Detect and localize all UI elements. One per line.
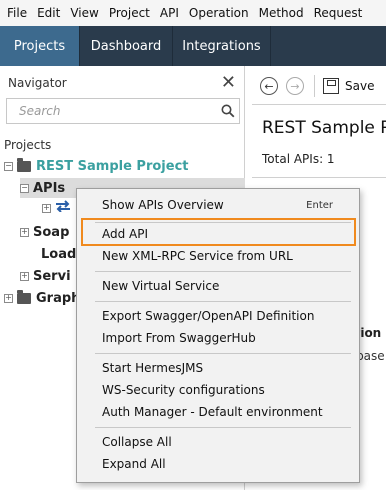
menu-item-new-xml-rpc[interactable]: New XML-RPC Service from URL <box>77 245 359 267</box>
tree-item-graph[interactable]: + Graph <box>4 288 80 308</box>
menu-item-import-swaggerhub[interactable]: Import From SwaggerHub <box>77 327 359 349</box>
menu-item-new-virtual-service[interactable]: New Virtual Service <box>77 275 359 297</box>
tree-item-label: Soap <box>33 224 70 240</box>
page-title: REST Sample P <box>262 118 386 138</box>
back-icon[interactable]: ← <box>260 77 278 95</box>
total-apis-text: Total APIs: 1 <box>262 152 335 166</box>
menu-item-label: Expand All <box>102 457 166 471</box>
menu-item-ws-security[interactable]: WS-Security configurations <box>77 379 359 401</box>
menu-item-export-swagger[interactable]: Export Swagger/OpenAPI Definition <box>77 305 359 327</box>
editor-toolbar: ← → Save <box>252 70 386 102</box>
main-tab-bar: Projects Dashboard Integrations <box>0 26 386 66</box>
menu-item-label: Show APIs Overview <box>102 198 224 212</box>
tree-item-label: Graph <box>36 290 81 306</box>
tab-projects[interactable]: Projects <box>0 26 80 66</box>
search-placeholder: Search <box>19 104 61 118</box>
navigator-title: Navigator <box>8 76 67 90</box>
menu-bar: File Edit View Project API Operation Met… <box>0 0 386 26</box>
highlight-box <box>81 218 356 246</box>
menu-view[interactable]: View <box>65 0 103 26</box>
menu-separator <box>95 353 351 354</box>
save-icon[interactable] <box>323 78 339 94</box>
menu-separator <box>95 427 351 428</box>
menu-project[interactable]: Project <box>104 0 155 26</box>
tree-item-label: APIs <box>33 180 66 196</box>
tree-item-label: Servi <box>33 268 71 284</box>
content-divider <box>252 177 386 178</box>
menu-item-label: New Virtual Service <box>102 279 220 293</box>
menu-item-label: Auth Manager - Default environment <box>102 405 323 419</box>
search-input[interactable]: Search <box>6 98 240 124</box>
menu-request[interactable]: Request <box>309 0 368 26</box>
save-button[interactable]: Save <box>345 79 374 93</box>
folder-icon <box>17 157 31 172</box>
tree-item-project[interactable]: − REST Sample Project <box>4 156 189 176</box>
menu-item-collapse-all[interactable]: Collapse All <box>77 431 359 453</box>
menu-item-label: Import From SwaggerHub <box>102 331 256 345</box>
menu-separator <box>95 271 351 272</box>
tree-item-soap[interactable]: + Soap <box>20 222 69 242</box>
projects-label: Projects <box>4 138 52 152</box>
menu-item-auth-manager[interactable]: Auth Manager - Default environment <box>77 401 359 423</box>
tree-item-services[interactable]: + Servi <box>20 266 71 286</box>
menu-operation[interactable]: Operation <box>184 0 254 26</box>
folder-icon <box>17 289 31 304</box>
menu-method[interactable]: Method <box>254 0 309 26</box>
shortcut-label: Enter <box>306 199 333 211</box>
expand-icon[interactable]: + <box>20 227 29 237</box>
menu-item-label: Start HermesJMS <box>102 361 204 375</box>
forward-icon[interactable]: → <box>286 77 304 95</box>
toolbar-divider <box>314 75 315 97</box>
menu-file[interactable]: File <box>2 0 32 26</box>
collapse-icon[interactable]: − <box>20 183 29 193</box>
menu-item-start-hermesjms[interactable]: Start HermesJMS <box>77 357 359 379</box>
menu-api[interactable]: API <box>155 0 184 26</box>
menu-edit[interactable]: Edit <box>32 0 65 26</box>
api-arrows-icon <box>55 200 71 216</box>
toolbar-divider-line <box>252 104 386 105</box>
expand-icon[interactable]: + <box>42 203 51 213</box>
close-icon[interactable]: ✕ <box>221 74 236 92</box>
collapse-icon[interactable]: − <box>4 161 13 171</box>
menu-separator <box>95 301 351 302</box>
navigator-header: Navigator ✕ <box>0 66 244 100</box>
project-name: REST Sample Project <box>36 158 189 174</box>
tree-item-api[interactable]: + <box>42 198 71 218</box>
tab-integrations[interactable]: Integrations <box>173 26 271 66</box>
search-icon[interactable] <box>217 100 239 122</box>
expand-icon[interactable]: + <box>20 271 29 281</box>
menu-item-label: Export Swagger/OpenAPI Definition <box>102 309 315 323</box>
menu-item-label: New XML-RPC Service from URL <box>102 249 293 263</box>
menu-item-label: WS-Security configurations <box>102 383 265 397</box>
tab-dashboard[interactable]: Dashboard <box>80 26 173 66</box>
expand-icon[interactable]: + <box>4 293 13 303</box>
menu-item-expand-all[interactable]: Expand All <box>77 453 359 475</box>
menu-item-show-apis-overview[interactable]: Show APIs Overview Enter <box>77 194 359 216</box>
menu-item-label: Collapse All <box>102 435 172 449</box>
